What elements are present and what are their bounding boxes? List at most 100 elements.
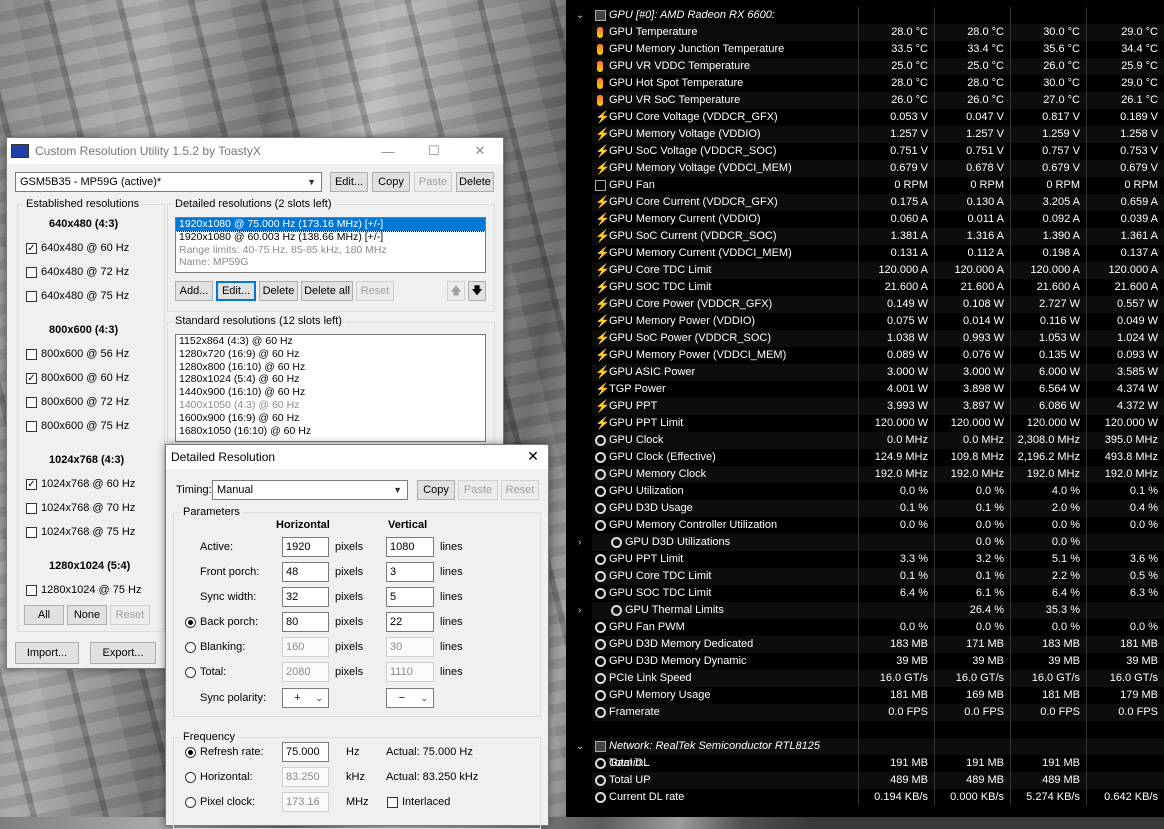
- established-checkbox-label[interactable]: 800x600 @ 75 Hz: [41, 420, 129, 432]
- horizontal-param-input[interactable]: 80: [282, 612, 329, 632]
- horizontal-param-input[interactable]: 48: [282, 562, 329, 582]
- all-button[interactable]: All: [24, 605, 64, 625]
- list-item[interactable]: 1440x900 (16:10) @ 60 Hz: [176, 386, 485, 399]
- sensor-row[interactable]: ⚡ GPU Core Power (VDDCR_GFX) 0.149 W 0.108 …: [566, 296, 1164, 313]
- frequency-mode-radio[interactable]: [185, 797, 196, 808]
- sensor-row[interactable]: ⚡ GPU SoC Power (VDDCR_SOC) 1.038 W 0.993 W…: [566, 330, 1164, 347]
- sensor-row[interactable]: GPU SOC TDC Limit 6.4 % 6.1 % 6.4 % 6.3 %: [566, 585, 1164, 602]
- established-checkbox[interactable]: ✓: [26, 373, 37, 384]
- list-item[interactable]: 1400x1050 (4:3) @ 60 Hz: [176, 399, 485, 412]
- sensor-row[interactable]: ⚡ TGP Power 4.001 W 3.898 W 6.564 W 4.374 W: [566, 381, 1164, 398]
- delete-detailed-button[interactable]: Delete: [259, 281, 298, 301]
- established-checkbox[interactable]: [26, 503, 37, 514]
- cru-titlebar[interactable]: Custom Resolution Utility 1.5.2 by Toast…: [7, 138, 503, 164]
- monitor-select[interactable]: GSM5B35 - MP59G (active)* ▼: [15, 172, 322, 192]
- established-checkbox-label[interactable]: 1024x768 @ 60 Hz: [41, 478, 135, 490]
- collapse-icon[interactable]: ⌄: [576, 7, 584, 24]
- sensor-row[interactable]: GPU VR SoC Temperature 26.0 °C 26.0 °C 27.0…: [566, 92, 1164, 109]
- list-item[interactable]: Range limits: 40-75 Hz, 85-85 kHz, 180 M…: [176, 244, 485, 257]
- v-sync-polarity-select[interactable]: − ⌄: [386, 688, 434, 708]
- sensor-row[interactable]: GPU Memory Clock 192.0 MHz 192.0 MHz 192.0 …: [566, 466, 1164, 483]
- vertical-param-input[interactable]: 1080: [386, 537, 434, 557]
- sensor-row[interactable]: ⚡ GPU SoC Voltage (VDDCR_SOC) 0.751 V 0.751…: [566, 143, 1164, 160]
- established-checkbox-label[interactable]: 640x480 @ 60 Hz: [41, 242, 129, 254]
- hwinfo-sensor-panel[interactable]: ⌄ GPU [#0]: AMD Radeon RX 6600: GPU Temper…: [566, 0, 1164, 817]
- sensor-row[interactable]: ⚡ GPU Memory Voltage (VDDIO) 1.257 V 1.257 …: [566, 126, 1164, 143]
- established-checkbox[interactable]: [26, 349, 37, 360]
- copy-timing-button[interactable]: Copy: [417, 480, 455, 500]
- established-checkbox-label[interactable]: 1024x768 @ 70 Hz: [41, 502, 135, 514]
- sensor-row[interactable]: PCIe Link Speed 16.0 GT/s 16.0 GT/s 16.0 GT…: [566, 670, 1164, 687]
- frequency-mode-radio[interactable]: [185, 747, 196, 758]
- move-down-button[interactable]: 🡇: [468, 281, 486, 301]
- frequency-input[interactable]: 83.250: [282, 767, 329, 787]
- established-checkbox-label[interactable]: 800x600 @ 56 Hz: [41, 348, 129, 360]
- vertical-param-input[interactable]: 22: [386, 612, 434, 632]
- sensor-row[interactable]: GPU Clock 0.0 MHz 0.0 MHz 2,308.0 MHz 395.0 …: [566, 432, 1164, 449]
- frequency-input[interactable]: 75.000: [282, 742, 329, 762]
- sensor-row[interactable]: GPU D3D Memory Dedicated 183 MB 171 MB 183 …: [566, 636, 1164, 653]
- move-up-button[interactable]: 🡅: [447, 281, 465, 301]
- sensor-group-header[interactable]: ⌄ Network: RealTek Semiconductor RTL8125 …: [566, 738, 1164, 769]
- frequency-mode-radio[interactable]: [185, 772, 196, 783]
- sensor-row[interactable]: GPU Fan PWM 0.0 % 0.0 % 0.0 % 0.0 %: [566, 619, 1164, 636]
- minimize-icon[interactable]: —: [365, 138, 411, 164]
- list-item[interactable]: 1152x864 (4:3) @ 60 Hz: [176, 335, 485, 348]
- list-item[interactable]: 1600x900 (16:9) @ 60 Hz: [176, 412, 485, 425]
- sensor-row[interactable]: ⚡ GPU Memory Current (VDDCI_MEM) 0.131 A 0.…: [566, 245, 1164, 262]
- sensor-row[interactable]: ⚡ GPU PPT Limit 120.000 W 120.000 W 120.000 …: [566, 415, 1164, 432]
- list-item[interactable]: 1280x1024 (5:4) @ 60 Hz: [176, 373, 485, 386]
- sensor-row[interactable]: Total DL 191 MB 191 MB 191 MB: [566, 755, 1164, 772]
- reset-established-button[interactable]: Reset: [110, 605, 150, 625]
- established-checkbox-label[interactable]: 800x600 @ 60 Hz: [41, 372, 129, 384]
- established-checkbox-label[interactable]: 640x480 @ 75 Hz: [41, 290, 129, 302]
- list-item[interactable]: Name: MP59G: [176, 256, 485, 269]
- maximize-icon[interactable]: ☐: [411, 138, 457, 164]
- list-item[interactable]: 1920x1080 @ 60.003 Hz (138.66 MHz) [+/-]: [176, 231, 485, 244]
- sensor-row[interactable]: GPU Clock (Effective) 124.9 MHz 109.8 MHz 2…: [566, 449, 1164, 466]
- paste-monitor-button[interactable]: Paste: [414, 172, 452, 192]
- reset-timing-button[interactable]: Reset: [501, 480, 539, 500]
- close-icon[interactable]: ✕: [510, 444, 556, 468]
- established-checkbox[interactable]: [26, 397, 37, 408]
- established-checkbox[interactable]: [26, 527, 37, 538]
- horizontal-param-input[interactable]: 2080: [282, 662, 329, 682]
- sensor-row[interactable]: ⚡ GPU Core TDC Limit 120.000 A 120.000 A 120…: [566, 262, 1164, 279]
- sensor-row[interactable]: GPU Memory Usage 181 MB 169 MB 181 MB 179 MB: [566, 687, 1164, 704]
- established-checkbox-label[interactable]: 640x480 @ 72 Hz: [41, 266, 129, 278]
- none-button[interactable]: None: [67, 605, 107, 625]
- vertical-param-input[interactable]: 1110: [386, 662, 434, 682]
- expand-icon[interactable]: ›: [578, 602, 581, 619]
- sensor-row[interactable]: Current DL rate 0.194 KB/s 0.000 KB/s 5.274…: [566, 789, 1164, 806]
- sensor-row[interactable]: GPU Hot Spot Temperature 28.0 °C 28.0 °C 30…: [566, 75, 1164, 92]
- sensor-row[interactable]: GPU VR VDDC Temperature 25.0 °C 25.0 °C 26.…: [566, 58, 1164, 75]
- frequency-input[interactable]: 173.16: [282, 792, 329, 812]
- horizontal-param-input[interactable]: 1920: [282, 537, 329, 557]
- sensor-row[interactable]: ⚡ GPU Memory Voltage (VDDCI_MEM) 0.679 V 0.…: [566, 160, 1164, 177]
- delete-all-detailed-button[interactable]: Delete all: [301, 281, 353, 301]
- sensor-row[interactable]: ⚡ GPU Core Current (VDDCR_GFX) 0.175 A 0.13…: [566, 194, 1164, 211]
- dr-titlebar[interactable]: Detailed Resolution ✕: [166, 445, 548, 469]
- sensor-row[interactable]: GPU Core TDC Limit 0.1 % 0.1 % 2.2 % 0.5 %: [566, 568, 1164, 585]
- horizontal-param-input[interactable]: 160: [282, 637, 329, 657]
- sensor-row[interactable]: GPU Temperature 28.0 °C 28.0 °C 30.0 °C 29.0…: [566, 24, 1164, 41]
- established-checkbox-label[interactable]: 800x600 @ 72 Hz: [41, 396, 129, 408]
- sensor-row[interactable]: › GPU D3D Utilizations 0.0 % 0.0 %: [566, 534, 1164, 551]
- sensor-row[interactable]: › GPU Thermal Limits 26.4 % 35.3 %: [566, 602, 1164, 619]
- reset-detailed-button[interactable]: Reset: [356, 281, 394, 301]
- timing-select[interactable]: Manual ▼: [212, 480, 408, 500]
- established-checkbox[interactable]: [26, 267, 37, 278]
- vertical-param-input[interactable]: 5: [386, 587, 434, 607]
- add-detailed-button[interactable]: Add...: [175, 281, 213, 301]
- sensor-row[interactable]: Framerate 0.0 FPS 0.0 FPS 0.0 FPS 0.0 FPS: [566, 704, 1164, 721]
- sensor-row[interactable]: ⚡ GPU Memory Power (VDDCI_MEM) 0.089 W 0.07…: [566, 347, 1164, 364]
- list-item[interactable]: 1280x720 (16:9) @ 60 Hz: [176, 348, 485, 361]
- sensor-group-header[interactable]: ⌄ GPU [#0]: AMD Radeon RX 6600:: [566, 7, 1164, 24]
- sensor-row[interactable]: ⚡ GPU ASIC Power 3.000 W 3.000 W 6.000 W 3.58…: [566, 364, 1164, 381]
- edit-detailed-button[interactable]: Edit...: [216, 281, 256, 301]
- close-icon[interactable]: ✕: [457, 138, 503, 164]
- established-checkbox-label[interactable]: 1280x1024 @ 75 Hz: [41, 584, 141, 596]
- param-mode-radio[interactable]: [185, 617, 196, 628]
- list-item[interactable]: 1680x1050 (16:10) @ 60 Hz: [176, 425, 485, 438]
- expand-icon[interactable]: ›: [578, 534, 581, 551]
